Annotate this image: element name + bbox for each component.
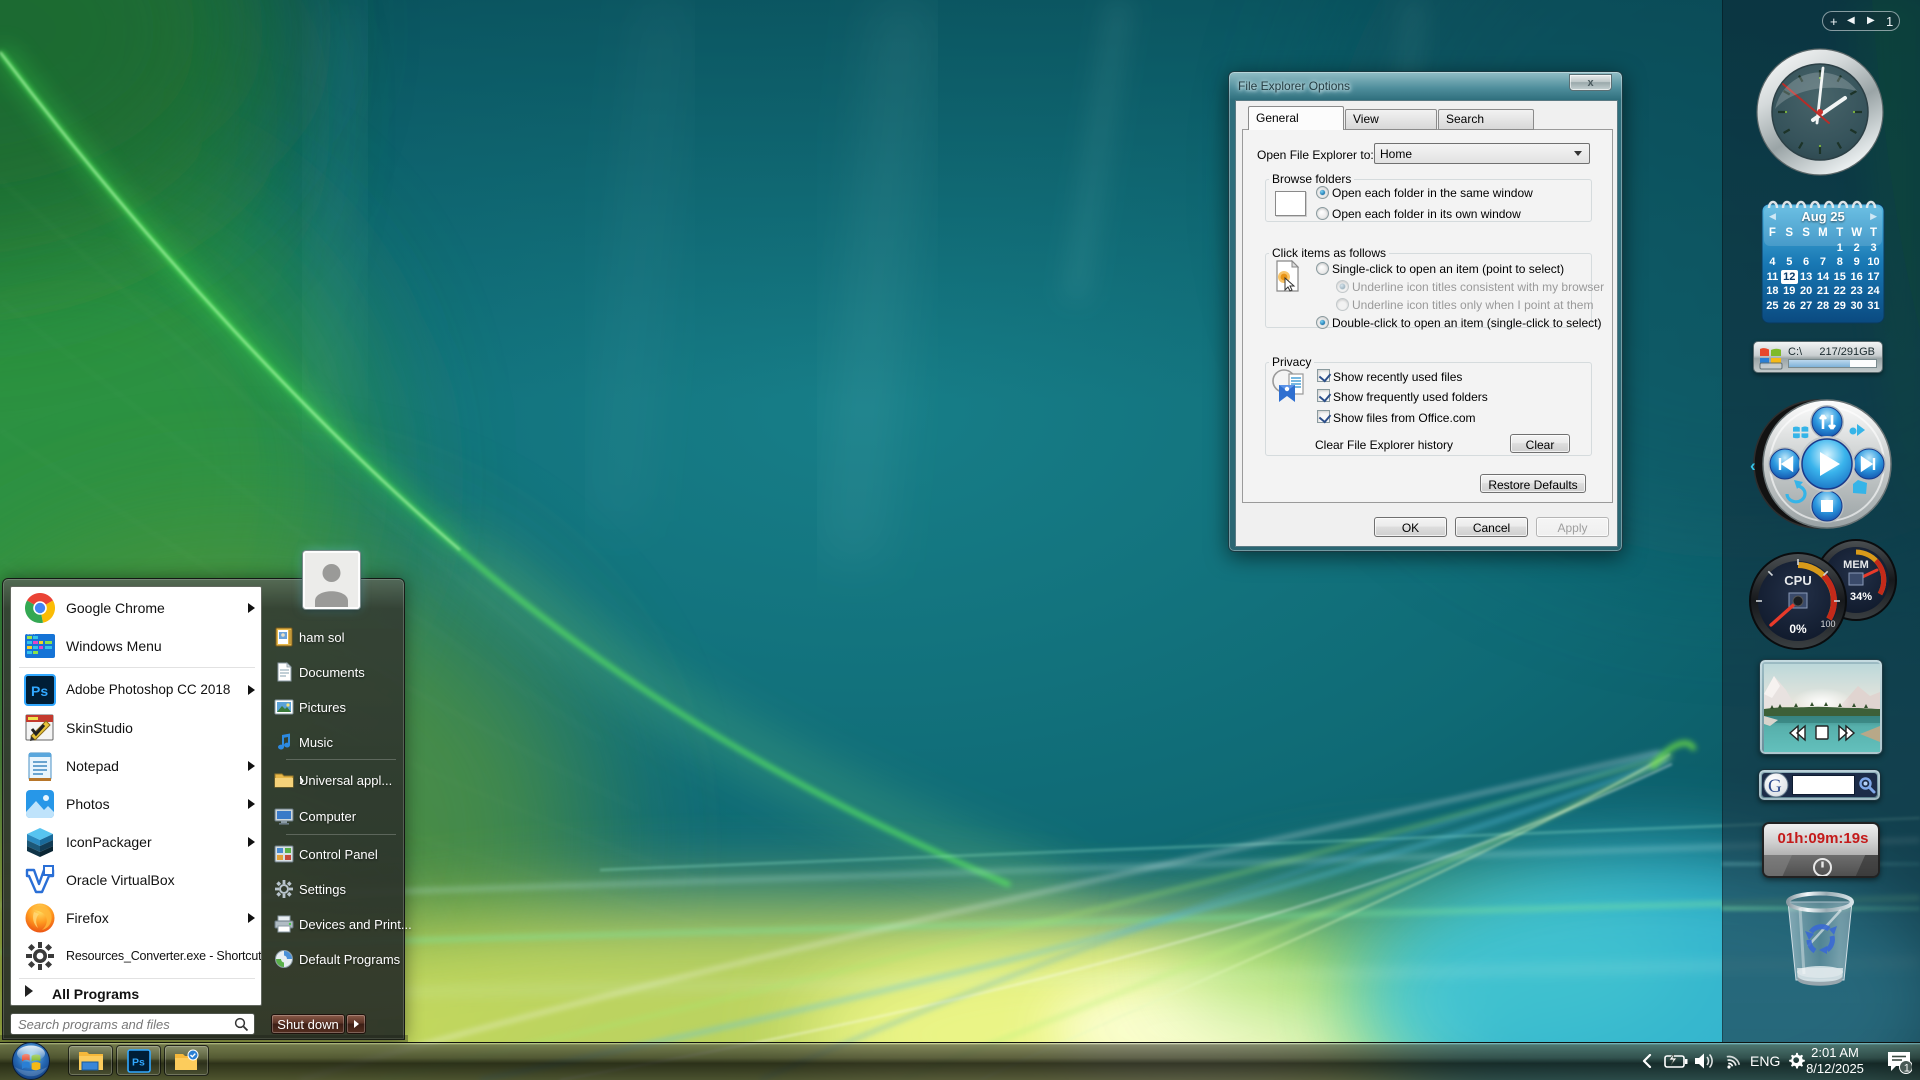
svg-text:34%: 34% — [1850, 591, 1872, 603]
svg-text:1: 1 — [1904, 1063, 1910, 1075]
svg-text:G: G — [1768, 776, 1782, 797]
svg-text:MEM: MEM — [1843, 559, 1869, 571]
svg-text:Ps: Ps — [31, 683, 48, 699]
svg-text:Ps: Ps — [132, 1056, 145, 1068]
svg-text:Start: Start — [27, 632, 36, 636]
svg-text:‹: ‹ — [1750, 456, 1756, 475]
svg-text:CPU: CPU — [1784, 573, 1811, 588]
svg-text:0%: 0% — [1789, 622, 1807, 636]
svg-text:100: 100 — [1820, 619, 1835, 629]
